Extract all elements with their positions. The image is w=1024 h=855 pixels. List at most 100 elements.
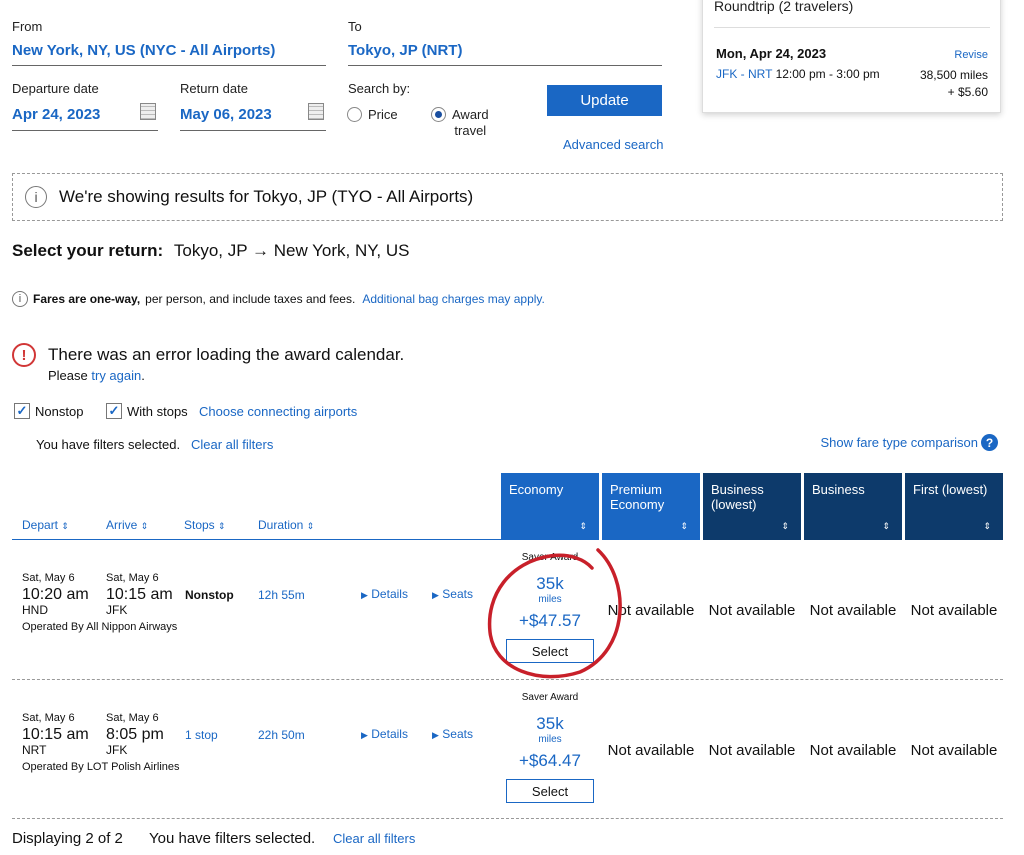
clear-filters-link[interactable]: Clear all filters [191, 437, 273, 452]
details-label: Details [371, 587, 408, 601]
annotation-circle [487, 548, 622, 679]
seats-link[interactable]: ▶ Seats [432, 727, 473, 741]
error-pre: Please [48, 368, 88, 383]
bag-charges-link[interactable]: Additional bag charges may apply. [362, 292, 545, 306]
not-available-cell: Not available [607, 742, 695, 759]
trip-route: JFK - NRT [716, 67, 773, 81]
duration-value: 12h 55m [258, 588, 305, 602]
seats-label: Seats [442, 727, 473, 741]
departure-date-field[interactable]: Apr 24, 2023 [12, 103, 158, 131]
departure-date-label: Departure date [12, 81, 99, 96]
not-available-cell: Not available [910, 602, 998, 619]
seats-label: Seats [442, 587, 473, 601]
error-retry: Please try again. [48, 368, 145, 383]
fare-column-2[interactable]: Business (lowest) ⇕ [703, 473, 801, 540]
with-stops-label: With stops [127, 403, 188, 419]
not-available-cell: Not available [809, 602, 897, 619]
not-available-cell: Not available [910, 742, 998, 759]
calendar-icon[interactable] [140, 103, 156, 120]
seats-link[interactable]: ▶ Seats [432, 587, 473, 601]
depart-time: 10:20 am [22, 586, 89, 603]
stops-value[interactable]: 1 stop [185, 728, 218, 742]
award-miles-unit: miles [538, 734, 562, 745]
duration-value: 22h 50m [258, 728, 305, 742]
award-miles: 35k [536, 714, 564, 733]
award-radio[interactable]: Award travel [431, 107, 489, 139]
notice-text: We're showing results for Tokyo, JP (TYO… [59, 187, 474, 206]
stops-value: Nonstop [185, 588, 234, 602]
fare-column-3[interactable]: Business ⇕ [804, 473, 902, 540]
sort-icon: ⇕ [579, 521, 587, 531]
not-available-cell: Not available [708, 602, 796, 619]
header-underline [12, 539, 502, 540]
footer-filters-text: You have filters selected. [149, 830, 316, 847]
fare-column-4[interactable]: First (lowest) ⇕ [905, 473, 1003, 540]
fare-column-label: Business [812, 482, 865, 497]
award-label-2: travel [454, 123, 487, 138]
details-link[interactable]: ▶ Details [361, 727, 408, 741]
details-link[interactable]: ▶ Details [361, 587, 408, 601]
error-icon: ! [12, 343, 36, 367]
duration-header: Duration [258, 518, 304, 532]
update-button[interactable]: Update [547, 85, 662, 116]
caret-right-icon: ▶ [361, 730, 368, 740]
sort-icon: ⇕ [680, 521, 688, 531]
checkbox-with-stops[interactable]: ✓ [106, 403, 122, 419]
details-label: Details [371, 727, 408, 741]
try-again-link[interactable]: try again [91, 368, 141, 383]
sort-icon: ⇕ [306, 521, 315, 531]
award-type: Saver Award [521, 692, 579, 703]
trip-time: 12:00 pm - 3:00 pm [775, 67, 880, 81]
fares-bold: Fares are one-way, [33, 292, 141, 306]
results-notice: i We're showing results for Tokyo, JP (T… [12, 173, 1003, 221]
arrive-airport: JFK [106, 603, 128, 617]
calendar-icon[interactable] [308, 103, 324, 120]
connecting-airports-link[interactable]: Choose connecting airports [199, 404, 357, 419]
to-field[interactable]: Tokyo, JP (NRT) [348, 42, 662, 66]
sort-icon: ⇕ [983, 521, 991, 531]
radio-award[interactable] [431, 107, 446, 122]
select-return-label: Select your return: [12, 241, 164, 260]
return-date-label: Return date [180, 81, 248, 96]
select-button[interactable]: Select [506, 779, 594, 803]
sort-stops[interactable]: Stops ⇕ [184, 518, 226, 532]
depart-header: Depart [22, 518, 59, 532]
fare-comparison-control[interactable]: Show fare type comparison ? [820, 434, 998, 451]
displaying-count: Displaying 2 of 2 [12, 830, 123, 847]
footer-clear-filters-link[interactable]: Clear all filters [333, 831, 415, 846]
operator: Operated By LOT Polish Airlines [22, 761, 180, 773]
info-icon: i [25, 186, 47, 208]
return-date-field[interactable]: May 06, 2023 [180, 103, 326, 131]
sort-arrive[interactable]: Arrive ⇕ [106, 518, 148, 532]
caret-right-icon: ▶ [432, 590, 439, 600]
price-radio[interactable]: Price [347, 107, 398, 122]
sort-duration[interactable]: Duration ⇕ [258, 518, 314, 532]
stops-header: Stops [184, 518, 215, 532]
help-icon[interactable]: ? [981, 434, 998, 451]
sort-depart[interactable]: Depart ⇕ [22, 518, 69, 532]
depart-date: Sat, May 6 [22, 572, 75, 584]
fare-column-1[interactable]: Premium Economy ⇕ [602, 473, 700, 540]
depart-time: 10:15 am [22, 726, 89, 743]
arrive-airport: JFK [106, 743, 128, 757]
caret-right-icon: ▶ [432, 730, 439, 740]
nonstop-label: Nonstop [35, 403, 84, 419]
return-date-value: May 06, 2023 [180, 106, 272, 123]
fare-column-0[interactable]: Economy ⇕ [501, 473, 599, 540]
advanced-search-link[interactable]: Advanced search [563, 137, 663, 152]
search-by-label: Search by: [348, 81, 411, 96]
fares-text: per person, and include taxes and fees. [145, 292, 356, 306]
fare-column-label: First (lowest) [913, 482, 988, 497]
checkbox-nonstop[interactable]: ✓ [14, 403, 30, 419]
footer-divider [12, 818, 1003, 819]
fare-comparison-link[interactable]: Show fare type comparison [820, 435, 978, 450]
revise-link[interactable]: Revise [954, 49, 988, 61]
from-field[interactable]: New York, NY, US (NYC - All Airports) [12, 42, 326, 66]
trip-summary-card: Roundtrip (2 travelers) Mon, Apr 24, 202… [702, 0, 1001, 113]
info-icon: i [12, 291, 28, 307]
sort-icon: ⇕ [140, 521, 149, 531]
with-stops-filter[interactable]: ✓ With stops [106, 403, 188, 419]
fares-info: i Fares are one-way, per person, and inc… [12, 291, 545, 307]
radio-price[interactable] [347, 107, 362, 122]
nonstop-filter[interactable]: ✓ Nonstop [14, 403, 83, 419]
